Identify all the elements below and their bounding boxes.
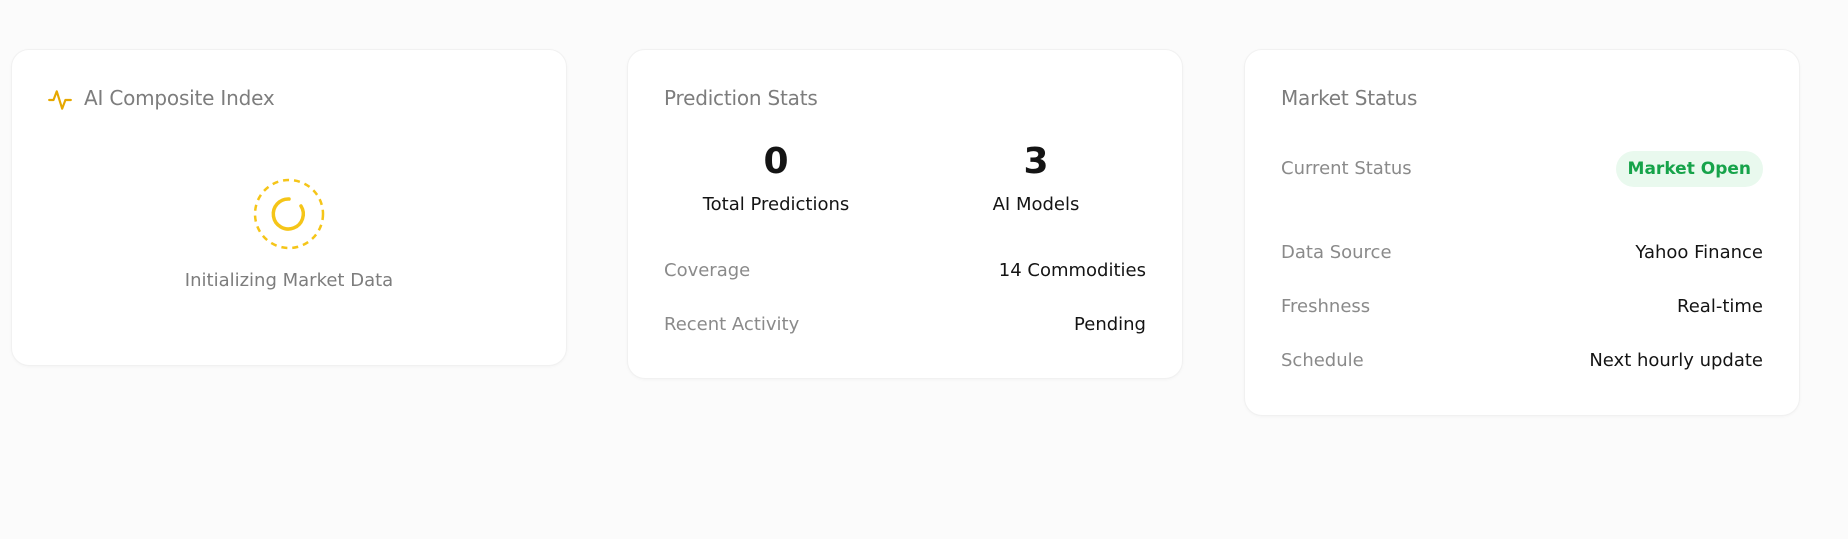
- ai-models-stat: 3 AI Models: [916, 140, 1156, 215]
- prediction-stats-card: Prediction Stats 0 Total Predictions 3 A…: [627, 49, 1183, 379]
- total-predictions-stat: 0 Total Predictions: [656, 140, 896, 215]
- coverage-value: 14 Commodities: [998, 260, 1146, 281]
- pulse-icon: [48, 90, 72, 110]
- recent-activity-label: Recent Activity: [664, 314, 800, 335]
- market-status-card: Market Status Current Status Market Open…: [1244, 49, 1800, 416]
- schedule-value: Next hourly update: [1589, 350, 1763, 371]
- market-status-badge: Market Open: [1615, 151, 1763, 187]
- freshness-label: Freshness: [1281, 296, 1371, 317]
- prediction-stats-title: Prediction Stats: [664, 86, 818, 110]
- ai-models-label: AI Models: [992, 194, 1080, 215]
- current-status-label: Current Status: [1281, 158, 1412, 179]
- loading-spinner-icon: [253, 178, 325, 250]
- recent-activity-value: Pending: [1074, 314, 1146, 335]
- composite-index-card: AI Composite Index Initializing Market D…: [11, 49, 567, 366]
- market-status-title: Market Status: [1281, 86, 1418, 110]
- freshness-value: Real-time: [1677, 296, 1763, 317]
- coverage-label: Coverage: [664, 260, 751, 281]
- total-predictions-label: Total Predictions: [702, 194, 850, 215]
- schedule-label: Schedule: [1281, 350, 1364, 371]
- data-source-value: Yahoo Finance: [1635, 242, 1763, 263]
- data-source-label: Data Source: [1281, 242, 1392, 263]
- total-predictions-value: 0: [763, 141, 789, 182]
- composite-index-title: AI Composite Index: [84, 86, 275, 110]
- loading-text: Initializing Market Data: [184, 270, 394, 291]
- ai-models-value: 3: [1023, 141, 1049, 182]
